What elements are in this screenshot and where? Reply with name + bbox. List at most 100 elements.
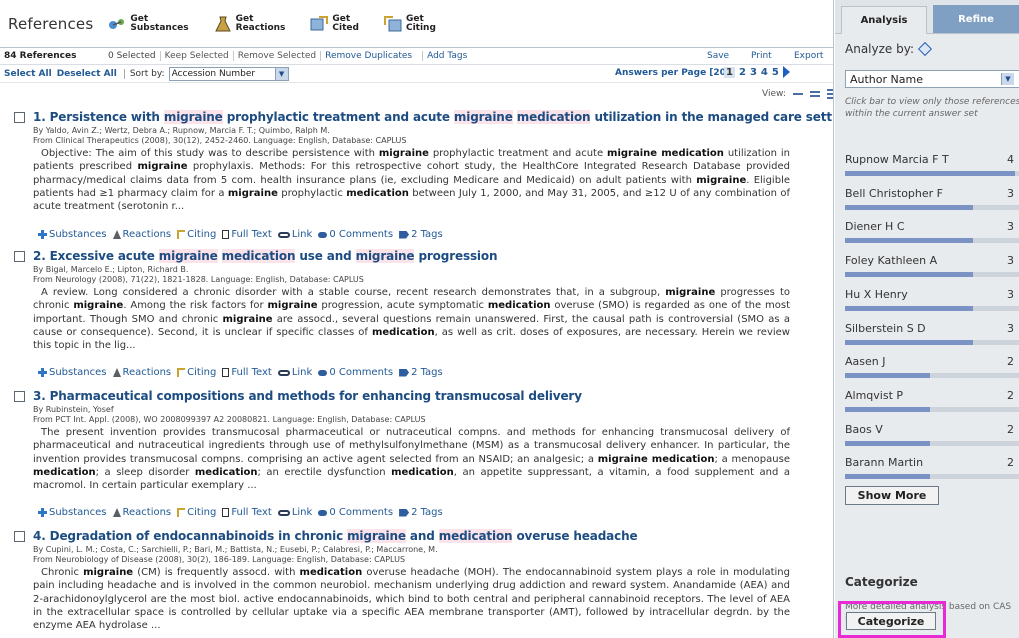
full-text-link[interactable]: Full Text	[222, 229, 272, 240]
comments-link[interactable]: 0 Comments	[318, 229, 393, 240]
full-text-icon	[222, 368, 230, 377]
author-count: 3	[1007, 321, 1014, 335]
link-link[interactable]: Link	[277, 229, 312, 240]
deselect-all-link[interactable]: Deselect All	[57, 69, 117, 79]
export-button[interactable]: Export	[794, 51, 823, 61]
author-bar-fill[interactable]	[845, 171, 1015, 176]
page-title: References	[8, 14, 94, 33]
citing-link[interactable]: Citing	[177, 229, 216, 240]
reference-title[interactable]: 3. Pharmaceutical compositions and metho…	[33, 389, 582, 403]
author-bar-fill[interactable]	[845, 305, 973, 311]
keep-selected-button[interactable]: Keep Selected	[159, 51, 233, 61]
citing-link[interactable]: Citing	[177, 367, 216, 378]
remove-selected-button[interactable]: Remove Selected	[232, 51, 320, 61]
get-cited-button[interactable]: Get Cited	[309, 14, 359, 33]
get-citing-button[interactable]: Get Citing	[383, 14, 436, 33]
tab-refine[interactable]: Refine	[933, 5, 1019, 33]
info-icon[interactable]	[917, 41, 933, 57]
author-bar-item[interactable]: Hu X Henry 3	[845, 288, 1019, 311]
author-bar-item[interactable]: Diener H C 3	[845, 220, 1019, 244]
reactions-link[interactable]: Reactions	[112, 367, 171, 378]
cited-icon	[309, 15, 329, 33]
author-bar-fill[interactable]	[845, 272, 973, 278]
author-bar-fill[interactable]	[845, 406, 930, 412]
page-2[interactable]: 2	[739, 67, 746, 78]
author-bar-item[interactable]: Aasen J 2	[845, 355, 1019, 379]
substances-link[interactable]: Substances	[38, 507, 107, 518]
remove-duplicates-button[interactable]: Remove Duplicates	[320, 51, 416, 61]
author-bar-fill[interactable]	[845, 440, 930, 446]
view-full-icon[interactable]	[826, 88, 833, 100]
reference-title[interactable]: 1. Persistence with migraine prophylacti…	[33, 110, 833, 124]
page-1[interactable]: 1	[724, 66, 735, 78]
citing-icon	[383, 15, 403, 33]
reference-title[interactable]: 4. Degradation of endocannabinoids in ch…	[33, 529, 638, 543]
link-link[interactable]: Link	[277, 367, 312, 378]
page-4[interactable]: 4	[761, 67, 768, 78]
add-tags-button[interactable]: Add Tags	[422, 51, 471, 61]
page-3[interactable]: 3	[750, 67, 757, 78]
view-compact-icon[interactable]	[792, 92, 803, 96]
reference-checkbox[interactable]	[14, 251, 25, 262]
tags-label: 2 Tags	[411, 507, 443, 518]
reference-checkbox[interactable]	[14, 531, 25, 542]
author-bar-item[interactable]: Barann Martin 2	[845, 456, 1019, 480]
tab-analysis[interactable]: Analysis	[841, 6, 928, 34]
author-bar-fill[interactable]	[845, 238, 973, 244]
next-page-icon[interactable]	[782, 66, 790, 78]
author-bar-fill[interactable]	[845, 373, 930, 379]
reference-abstract: The present invention provides transmuco…	[33, 427, 790, 492]
reactions-link[interactable]: Reactions	[112, 229, 172, 240]
tags-link[interactable]: 2 Tags	[399, 507, 443, 518]
full-text-link[interactable]: Full Text	[222, 507, 272, 518]
link-link[interactable]: Link	[277, 507, 312, 518]
citing-label: Citing	[187, 507, 217, 518]
tags-link[interactable]: 2 Tags	[399, 229, 443, 240]
author-bar-fill[interactable]	[845, 204, 973, 210]
sort-by-select[interactable]: Accession Number ▼	[168, 66, 289, 81]
tags-link[interactable]: 2 Tags	[399, 367, 443, 378]
get-reactions-line2: Reactions	[235, 22, 286, 33]
print-button[interactable]: Print	[751, 51, 772, 61]
link-icon	[277, 369, 290, 376]
view-medium-icon[interactable]	[809, 90, 820, 98]
get-substances-button[interactable]: Get Substances	[107, 14, 189, 33]
reference-checkbox[interactable]	[14, 391, 25, 402]
full-text-link[interactable]: Full Text	[222, 367, 272, 378]
comments-link[interactable]: 0 Comments	[318, 507, 393, 518]
substances-label: Substances	[49, 229, 107, 240]
comments-label: 0 Comments	[329, 367, 394, 378]
reference-checkbox[interactable]	[14, 112, 25, 123]
author-bar-item[interactable]: Bell Christopher F 3	[845, 187, 1019, 210]
sort-by-value: Accession Number	[171, 68, 256, 79]
author-bar-item[interactable]: Baos V 2	[845, 423, 1019, 446]
author-bar-item[interactable]: Silberstein S D 3	[845, 321, 1019, 345]
author-bar-fill[interactable]	[845, 474, 930, 480]
author-bar-item[interactable]: Rupnow Marcia F T 4	[845, 153, 1019, 176]
selection-toolbar: 84 References 0 Selected Keep Selected R…	[0, 48, 833, 65]
substances-link[interactable]: Substances	[38, 229, 107, 240]
substances-link[interactable]: Substances	[38, 367, 107, 378]
analyze-by-select[interactable]: Author Name ▼	[845, 70, 1019, 88]
answers-per-page-link[interactable]: Answers per Page [20]	[615, 68, 730, 78]
save-button[interactable]: Save	[707, 51, 729, 61]
categorize-button[interactable]: Categorize	[846, 612, 936, 630]
get-reactions-button[interactable]: Get Reactions	[213, 14, 286, 33]
reference-actions: Substances Reactions Citing Full Text Link 0 …	[38, 367, 449, 378]
page-5[interactable]: 5	[772, 67, 779, 78]
reactions-link[interactable]: Reactions	[112, 507, 171, 518]
get-citing-line2: Citing	[405, 22, 436, 33]
citing-link[interactable]: Citing	[177, 507, 216, 518]
show-more-button[interactable]: Show More	[845, 486, 939, 505]
comments-link[interactable]: 0 Comments	[318, 367, 393, 378]
select-all-link[interactable]: Select All	[4, 69, 52, 79]
author-bar-item[interactable]: Almqvist P 2	[845, 389, 1019, 412]
references-panel: References Get Substances Get Reactions Ge…	[0, 0, 834, 638]
comments-label: 0 Comments	[329, 507, 394, 518]
pagination: 1 2 3 4 5	[724, 66, 790, 78]
author-bar-fill[interactable]	[845, 339, 973, 345]
reference-title[interactable]: 2. Excessive acute migraine medication u…	[33, 249, 498, 263]
reactions-label: Reactions	[122, 229, 172, 240]
link-icon	[277, 231, 290, 238]
author-bar-item[interactable]: Foley Kathleen A 3	[845, 254, 1019, 278]
